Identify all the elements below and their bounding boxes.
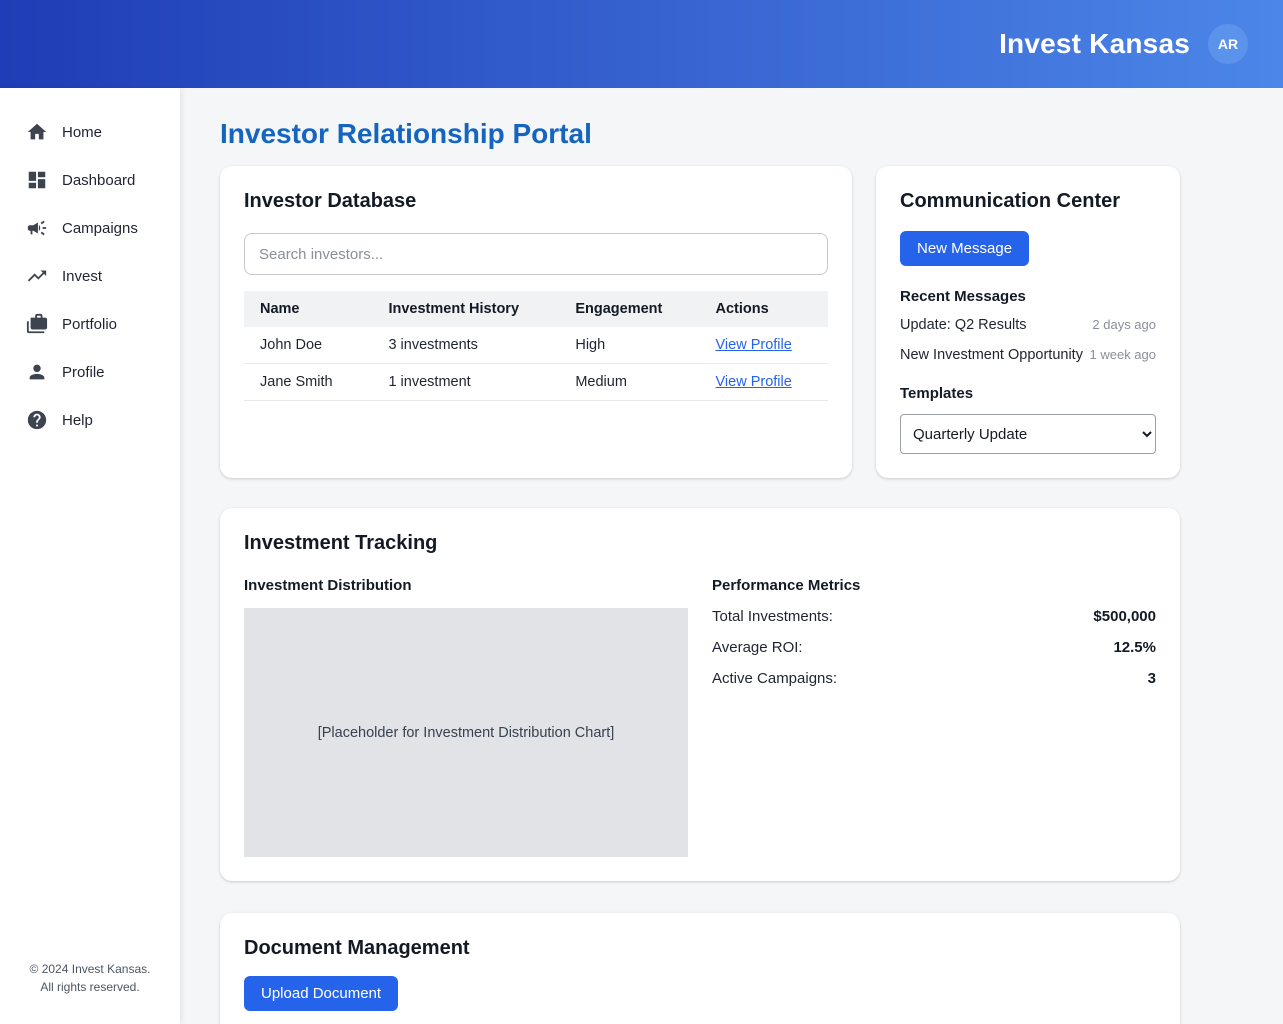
templates-title: Templates: [900, 385, 1156, 402]
home-icon: [26, 121, 48, 143]
investor-name: John Doe: [244, 327, 372, 364]
message-time: 1 week ago: [1090, 347, 1157, 362]
message-item[interactable]: Update: Q2 Results 2 days ago: [900, 317, 1156, 333]
column-header-engagement: Engagement: [559, 291, 699, 327]
investment-distribution-chart: [Placeholder for Investment Distribution…: [244, 608, 688, 857]
column-header-history: Investment History: [372, 291, 559, 327]
sidebar-item-label: Profile: [62, 364, 105, 381]
investment-distribution-title: Investment Distribution: [244, 577, 688, 594]
document-management-card: Document Management Upload Document: [220, 913, 1180, 1024]
message-subject: New Investment Opportunity: [900, 347, 1083, 363]
page-title: Investor Relationship Portal: [220, 118, 1283, 150]
avatar[interactable]: AR: [1208, 24, 1248, 64]
investor-name: Jane Smith: [244, 364, 372, 401]
sidebar-item-label: Help: [62, 412, 93, 429]
document-management-title: Document Management: [244, 937, 1156, 960]
app-title: Invest Kansas: [999, 28, 1190, 60]
communication-center-title: Communication Center: [900, 190, 1156, 213]
message-time: 2 days ago: [1092, 317, 1156, 332]
sidebar-item-dashboard[interactable]: Dashboard: [0, 156, 180, 204]
investor-history: 3 investments: [372, 327, 559, 364]
metric-label: Active Campaigns:: [712, 670, 837, 687]
metric-row: Active Campaigns: 3: [712, 670, 1156, 687]
dashboard-icon: [26, 169, 48, 191]
sidebar: Home Dashboard Campaigns Invest: [0, 88, 180, 1024]
investor-database-title: Investor Database: [244, 190, 828, 213]
person-icon: [26, 361, 48, 383]
column-header-actions: Actions: [700, 291, 829, 327]
metric-label: Average ROI:: [712, 639, 803, 656]
main-content: Investor Relationship Portal Investor Da…: [180, 88, 1283, 1024]
template-select[interactable]: Quarterly Update: [900, 414, 1156, 454]
search-input[interactable]: [244, 233, 828, 275]
sidebar-item-portfolio[interactable]: Portfolio: [0, 300, 180, 348]
new-message-button[interactable]: New Message: [900, 231, 1029, 266]
sidebar-item-home[interactable]: Home: [0, 108, 180, 156]
app-header: Invest Kansas AR: [0, 0, 1283, 88]
table-row: John Doe 3 investments High View Profile: [244, 327, 828, 364]
app: Invest Kansas AR Home Dashboard Campa: [0, 0, 1283, 1024]
message-item[interactable]: New Investment Opportunity 1 week ago: [900, 347, 1156, 363]
portfolio-cases-icon: [26, 313, 48, 335]
investor-engagement: High: [559, 327, 699, 364]
metric-value: $500,000: [1093, 608, 1156, 625]
table-header-row: Name Investment History Engagement Actio…: [244, 291, 828, 327]
investment-tracking-title: Investment Tracking: [244, 532, 1156, 555]
metric-value: 3: [1148, 670, 1156, 687]
column-header-name: Name: [244, 291, 372, 327]
sidebar-item-label: Invest: [62, 268, 102, 285]
investment-tracking-card: Investment Tracking Investment Distribut…: [220, 508, 1180, 881]
sidebar-item-label: Dashboard: [62, 172, 135, 189]
sidebar-item-label: Home: [62, 124, 102, 141]
metric-row: Average ROI: 12.5%: [712, 639, 1156, 656]
investment-distribution-section: Investment Distribution [Placeholder for…: [244, 573, 688, 857]
message-subject: Update: Q2 Results: [900, 317, 1027, 333]
trending-up-icon: [26, 265, 48, 287]
sidebar-item-help[interactable]: Help: [0, 396, 180, 444]
metric-label: Total Investments:: [712, 608, 833, 625]
sidebar-item-label: Portfolio: [62, 316, 117, 333]
view-profile-link[interactable]: View Profile: [716, 374, 792, 390]
metric-row: Total Investments: $500,000: [712, 608, 1156, 625]
upload-document-button[interactable]: Upload Document: [244, 976, 398, 1011]
table-row: Jane Smith 1 investment Medium View Prof…: [244, 364, 828, 401]
metric-value: 12.5%: [1113, 639, 1156, 656]
investor-engagement: Medium: [559, 364, 699, 401]
view-profile-link[interactable]: View Profile: [716, 337, 792, 353]
sidebar-item-profile[interactable]: Profile: [0, 348, 180, 396]
campaign-megaphone-icon: [26, 217, 48, 239]
performance-metrics-section: Performance Metrics Total Investments: $…: [712, 573, 1156, 857]
sidebar-item-invest[interactable]: Invest: [0, 252, 180, 300]
sidebar-footer: © 2024 Invest Kansas. All rights reserve…: [0, 960, 180, 996]
communication-center-card: Communication Center New Message Recent …: [876, 166, 1180, 478]
investor-database-card: Investor Database Name Investment Histor…: [220, 166, 852, 478]
sidebar-item-campaigns[interactable]: Campaigns: [0, 204, 180, 252]
performance-metrics-title: Performance Metrics: [712, 577, 1156, 594]
recent-messages-title: Recent Messages: [900, 288, 1156, 305]
chart-placeholder-text: [Placeholder for Investment Distribution…: [318, 725, 615, 741]
investor-table: Name Investment History Engagement Actio…: [244, 291, 828, 401]
help-circle-icon: [26, 409, 48, 431]
investor-history: 1 investment: [372, 364, 559, 401]
sidebar-item-label: Campaigns: [62, 220, 138, 237]
